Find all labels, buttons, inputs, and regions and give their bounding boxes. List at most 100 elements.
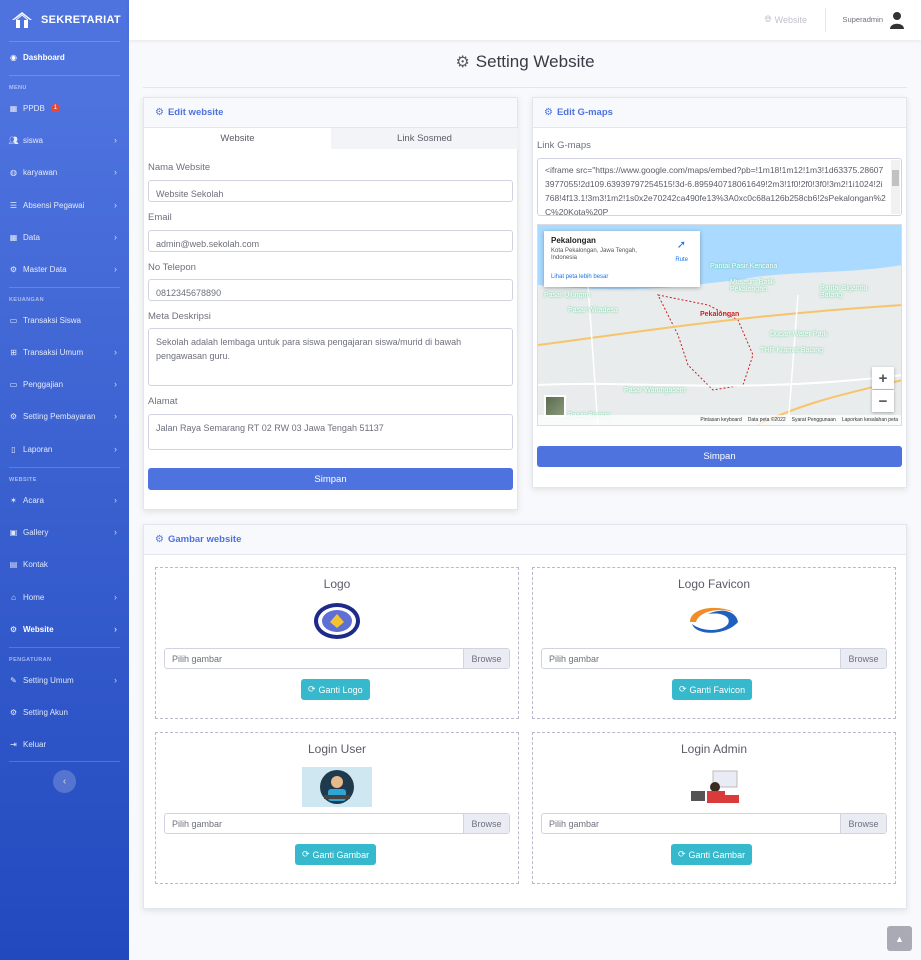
gauge-icon: ◉ <box>10 52 17 62</box>
map-footer-link[interactable]: Syarat Penggunaan <box>792 417 836 423</box>
chevron-right-icon: › <box>114 135 117 145</box>
simpan-gmaps-button[interactable]: Simpan <box>537 446 902 467</box>
ganti-logo-button[interactable]: ⟳ Ganti Logo <box>301 679 370 700</box>
cogs-icon: ⚙ <box>155 107 164 118</box>
tab-link-sosmed[interactable]: Link Sosmed <box>331 128 518 149</box>
upload-login-admin-box: Login Admin Pilih gambar Browse ⟳ Ganti G… <box>532 732 896 884</box>
button-label: Ganti Gambar <box>312 849 370 860</box>
ganti-favicon-button[interactable]: ⟳ Ganti Favicon <box>672 679 753 700</box>
sidebar-item-penggajian[interactable]: ▭ Penggajian › <box>0 374 129 394</box>
sidebar-item-transaksi-umum[interactable]: ⊞ Transaksi Umum › <box>0 342 129 362</box>
satellite-toggle[interactable] <box>544 395 566 417</box>
ganti-gambar-admin-button[interactable]: ⟳ Ganti Gambar <box>671 844 753 865</box>
map-label: Pekalongan <box>700 311 740 318</box>
sidebar-item-transaksi-siswa[interactable]: ▭ Transaksi Siswa <box>0 310 129 330</box>
sidebar-item-gallery[interactable]: ▣ Gallery › <box>0 522 129 542</box>
logo-file-input[interactable]: Pilih gambar Browse <box>164 648 510 669</box>
sidebar-item-website[interactable]: ⚙ Website › <box>0 619 129 639</box>
sidebar-item-siswa[interactable]: 👥︎ siswa › <box>0 130 129 150</box>
map-footer-link[interactable]: Laporkan kesalahan peta <box>842 417 898 423</box>
file-placeholder: Pilih gambar <box>172 818 223 829</box>
chevron-right-icon: › <box>114 444 117 454</box>
sidebar-item-kontak[interactable]: ▤ Kontak <box>0 554 129 574</box>
school-logo-image <box>314 603 360 639</box>
page-title-text: Setting Website <box>475 52 595 71</box>
sidebar-item-karyawan[interactable]: ◍ karyawan › <box>0 162 129 182</box>
map-route-link[interactable]: Rute <box>675 257 688 263</box>
sidebar-toggle-button[interactable]: ‹ <box>53 770 76 793</box>
chevron-right-icon: › <box>114 411 117 421</box>
topbar-divider <box>825 8 826 32</box>
edit-gmaps-card: ⚙ Edit G-maps Link G-maps <iframe src="ht… <box>532 97 907 488</box>
sidebar-item-label: Keluar <box>23 739 47 749</box>
home-logo-icon <box>12 12 32 28</box>
sidebar-item-acara[interactable]: ✶ Acara › <box>0 490 129 510</box>
map-label: Museum Batik Pekalongan <box>730 279 775 293</box>
alamat-textarea[interactable]: Jalan Raya Semarang RT 02 RW 03 Jawa Ten… <box>148 414 513 450</box>
telepon-input[interactable]: 0812345678890 <box>148 279 513 301</box>
tab-website[interactable]: Website <box>144 128 331 149</box>
meta-deskripsi-textarea[interactable]: Sekolah adalah lembaga untuk para siswa … <box>148 328 513 386</box>
scroll-to-top-button[interactable]: ▲ <box>887 926 912 951</box>
chevron-left-icon: ‹ <box>62 776 67 787</box>
sidebar-heading-menu: MENU <box>9 85 27 91</box>
sidebar-item-home[interactable]: ⌂ Home › <box>0 587 129 607</box>
gmaps-textarea[interactable]: <iframe src="https://www.google.com/maps… <box>537 158 902 216</box>
simpan-website-button[interactable]: Simpan <box>148 468 513 490</box>
sidebar-item-label: Setting Pembayaran <box>23 411 96 421</box>
zoom-in-button[interactable]: + <box>872 367 894 389</box>
browse-button[interactable]: Browse <box>840 649 886 668</box>
sidebar-item-label: Setting Umum <box>23 675 74 685</box>
sidebar-item-data[interactable]: ▦ Data › <box>0 227 129 247</box>
sidebar-item-label: Website <box>23 624 54 634</box>
textarea-scrollbar[interactable] <box>891 160 900 214</box>
sidebar-heading-pengaturan: PENGATURAN <box>9 657 52 663</box>
sidebar-item-label: Penggajian <box>23 379 64 389</box>
sidebar-divider <box>9 761 120 762</box>
sidebar-item-master-data[interactable]: ⚙ Master Data › <box>0 259 129 279</box>
sidebar-item-label: Setting Akun <box>23 707 68 717</box>
refresh-icon: ⟳ <box>308 684 316 694</box>
top-website-link[interactable]: 🌐︎ Website <box>764 14 807 25</box>
map-label: Pasar Wiradesa <box>568 307 618 314</box>
notification-badge: 1 <box>50 104 61 112</box>
sidebar-item-absensi-pegawai[interactable]: ☰ Absensi Pegawai › <box>0 195 129 215</box>
refresh-icon: ⟳ <box>678 849 686 859</box>
sidebar-item-keluar[interactable]: ⇥ Keluar <box>0 734 129 754</box>
gmaps-label: Link G-maps <box>537 140 591 151</box>
sidebar-item-setting-pembayaran[interactable]: ⚙ Setting Pembayaran › <box>0 406 129 426</box>
avatar-icon[interactable] <box>889 11 905 29</box>
sidebar-item-setting-akun[interactable]: ⚙ Setting Akun <box>0 702 129 722</box>
sidebar-item-label: Transaksi Umum <box>23 347 84 357</box>
map-footer-link[interactable]: Pintasan keyboard <box>700 417 741 423</box>
nama-website-input[interactable]: Website Sekolah <box>148 180 513 202</box>
browse-button[interactable]: Browse <box>463 814 509 833</box>
sidebar-item-label: Transaksi Siswa <box>23 315 81 325</box>
brand[interactable]: SEKRETARIAT <box>0 0 129 40</box>
chevron-right-icon: › <box>114 264 117 274</box>
browse-button[interactable]: Browse <box>463 649 509 668</box>
cogs-icon: ⚙ <box>155 534 164 545</box>
zoom-out-button[interactable]: − <box>872 390 894 412</box>
file-placeholder: Pilih gambar <box>549 818 600 829</box>
sidebar-item-laporan[interactable]: ▯ Laporan › <box>0 439 129 459</box>
sidebar-item-ppdb[interactable]: ▦ PPDB 1 <box>0 98 129 118</box>
browse-button[interactable]: Browse <box>840 814 886 833</box>
email-label: Email <box>148 212 172 223</box>
login-user-file-input[interactable]: Pilih gambar Browse <box>164 813 510 834</box>
user-name[interactable]: Superadmin <box>843 15 883 24</box>
money-icon: ▭ <box>9 315 18 325</box>
map-bigger-link[interactable]: Lihat peta lebih besar <box>551 274 608 280</box>
sidebar-item-dashboard[interactable]: ◉ Dashboard <box>0 47 129 67</box>
map-label: Pasar Ujungmi <box>544 292 590 299</box>
gambar-website-header: ⚙ Gambar website <box>144 525 906 555</box>
favicon-file-input[interactable]: Pilih gambar Browse <box>541 648 887 669</box>
gmaps-preview[interactable]: Pekalongan Kota Pekalongan, Jawa Tengah,… <box>537 224 902 426</box>
ganti-gambar-user-button[interactable]: ⟳ Ganti Gambar <box>295 844 377 865</box>
login-admin-file-input[interactable]: Pilih gambar Browse <box>541 813 887 834</box>
email-input[interactable]: admin@web.sekolah.com <box>148 230 513 252</box>
directions-icon[interactable]: ➚ <box>677 238 686 251</box>
top-website-label: Website <box>774 14 807 25</box>
login-user-image <box>302 767 372 807</box>
sidebar-item-setting-umum[interactable]: ✎ Setting Umum › <box>0 670 129 690</box>
